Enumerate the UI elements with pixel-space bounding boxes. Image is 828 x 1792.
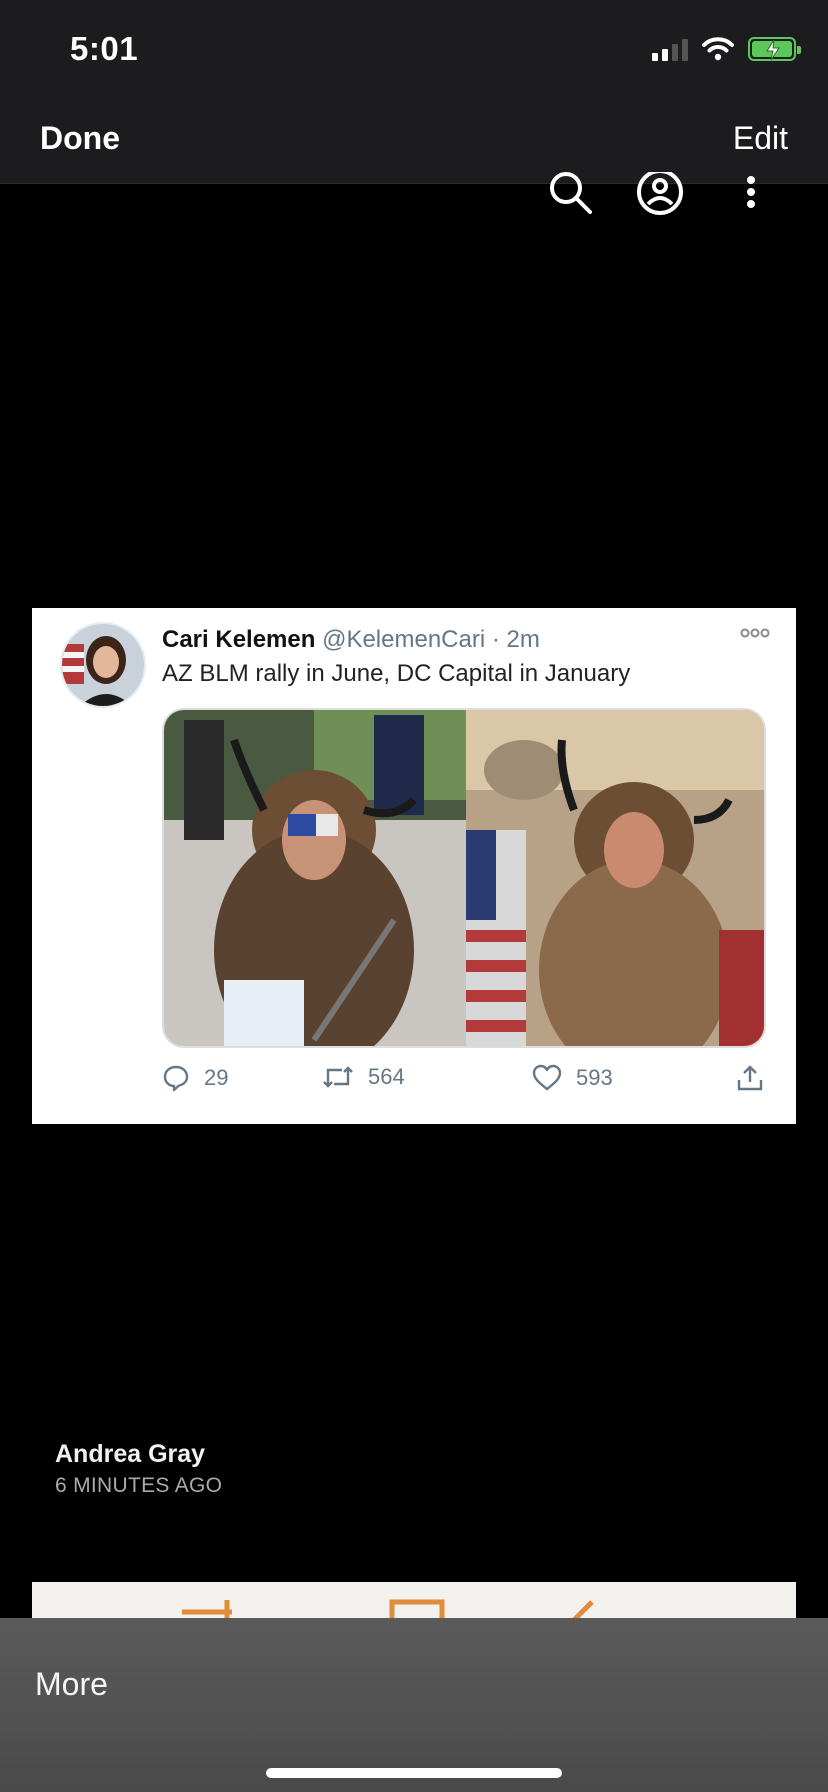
share-icon	[737, 1065, 763, 1091]
post-author[interactable]: Andrea Gray	[55, 1440, 205, 1469]
screenshot-top-icons	[0, 168, 828, 228]
retweet-count: 564	[368, 1064, 405, 1089]
share-button[interactable]	[736, 1064, 764, 1092]
status-icons	[652, 34, 801, 64]
next-image-preview[interactable]	[32, 1582, 796, 1622]
retweet-button[interactable]: 564	[322, 1064, 405, 1090]
bottom-bar: More	[0, 1618, 828, 1792]
retweet-icon	[323, 1066, 353, 1088]
reply-icon	[163, 1065, 189, 1092]
battery-icon	[748, 37, 801, 61]
tweet-text: AZ BLM rally in June, DC Capital in Janu…	[162, 660, 631, 687]
like-count: 593	[576, 1065, 613, 1090]
reply-count: 29	[204, 1065, 229, 1090]
tweet-header: Cari Kelemen @KelemenCari · 2m	[162, 626, 540, 654]
signal-icon	[652, 37, 688, 61]
done-button[interactable]: Done	[40, 120, 120, 157]
tweet-age: · 2m	[491, 626, 540, 653]
edit-button[interactable]: Edit	[733, 120, 788, 157]
like-icon	[532, 1064, 562, 1091]
more-vertical-icon	[747, 176, 755, 208]
profile-icon	[637, 172, 683, 215]
tweet-media[interactable]	[162, 708, 766, 1048]
wifi-icon	[702, 37, 734, 61]
post-timestamp: 6 MINUTES AGO	[55, 1474, 223, 1497]
home-indicator[interactable]	[266, 1768, 562, 1778]
tweet-handle[interactable]: @KelemenCari	[322, 626, 485, 653]
more-horizontal-icon[interactable]	[740, 628, 770, 638]
tweet-author-name[interactable]: Cari Kelemen	[162, 626, 315, 653]
status-time: 5:01	[70, 30, 139, 67]
like-button[interactable]: 593	[532, 1064, 613, 1092]
reply-button[interactable]: 29	[162, 1064, 228, 1092]
avatar	[60, 622, 146, 708]
tweet-actions: 29 564 593	[162, 1064, 766, 1104]
top-bar: 5:01 Done Edit	[0, 0, 828, 184]
more-button[interactable]: More	[35, 1666, 108, 1703]
tweet-card[interactable]: Cari Kelemen @KelemenCari · 2m AZ BLM ra…	[32, 608, 796, 1124]
search-icon	[550, 172, 592, 214]
